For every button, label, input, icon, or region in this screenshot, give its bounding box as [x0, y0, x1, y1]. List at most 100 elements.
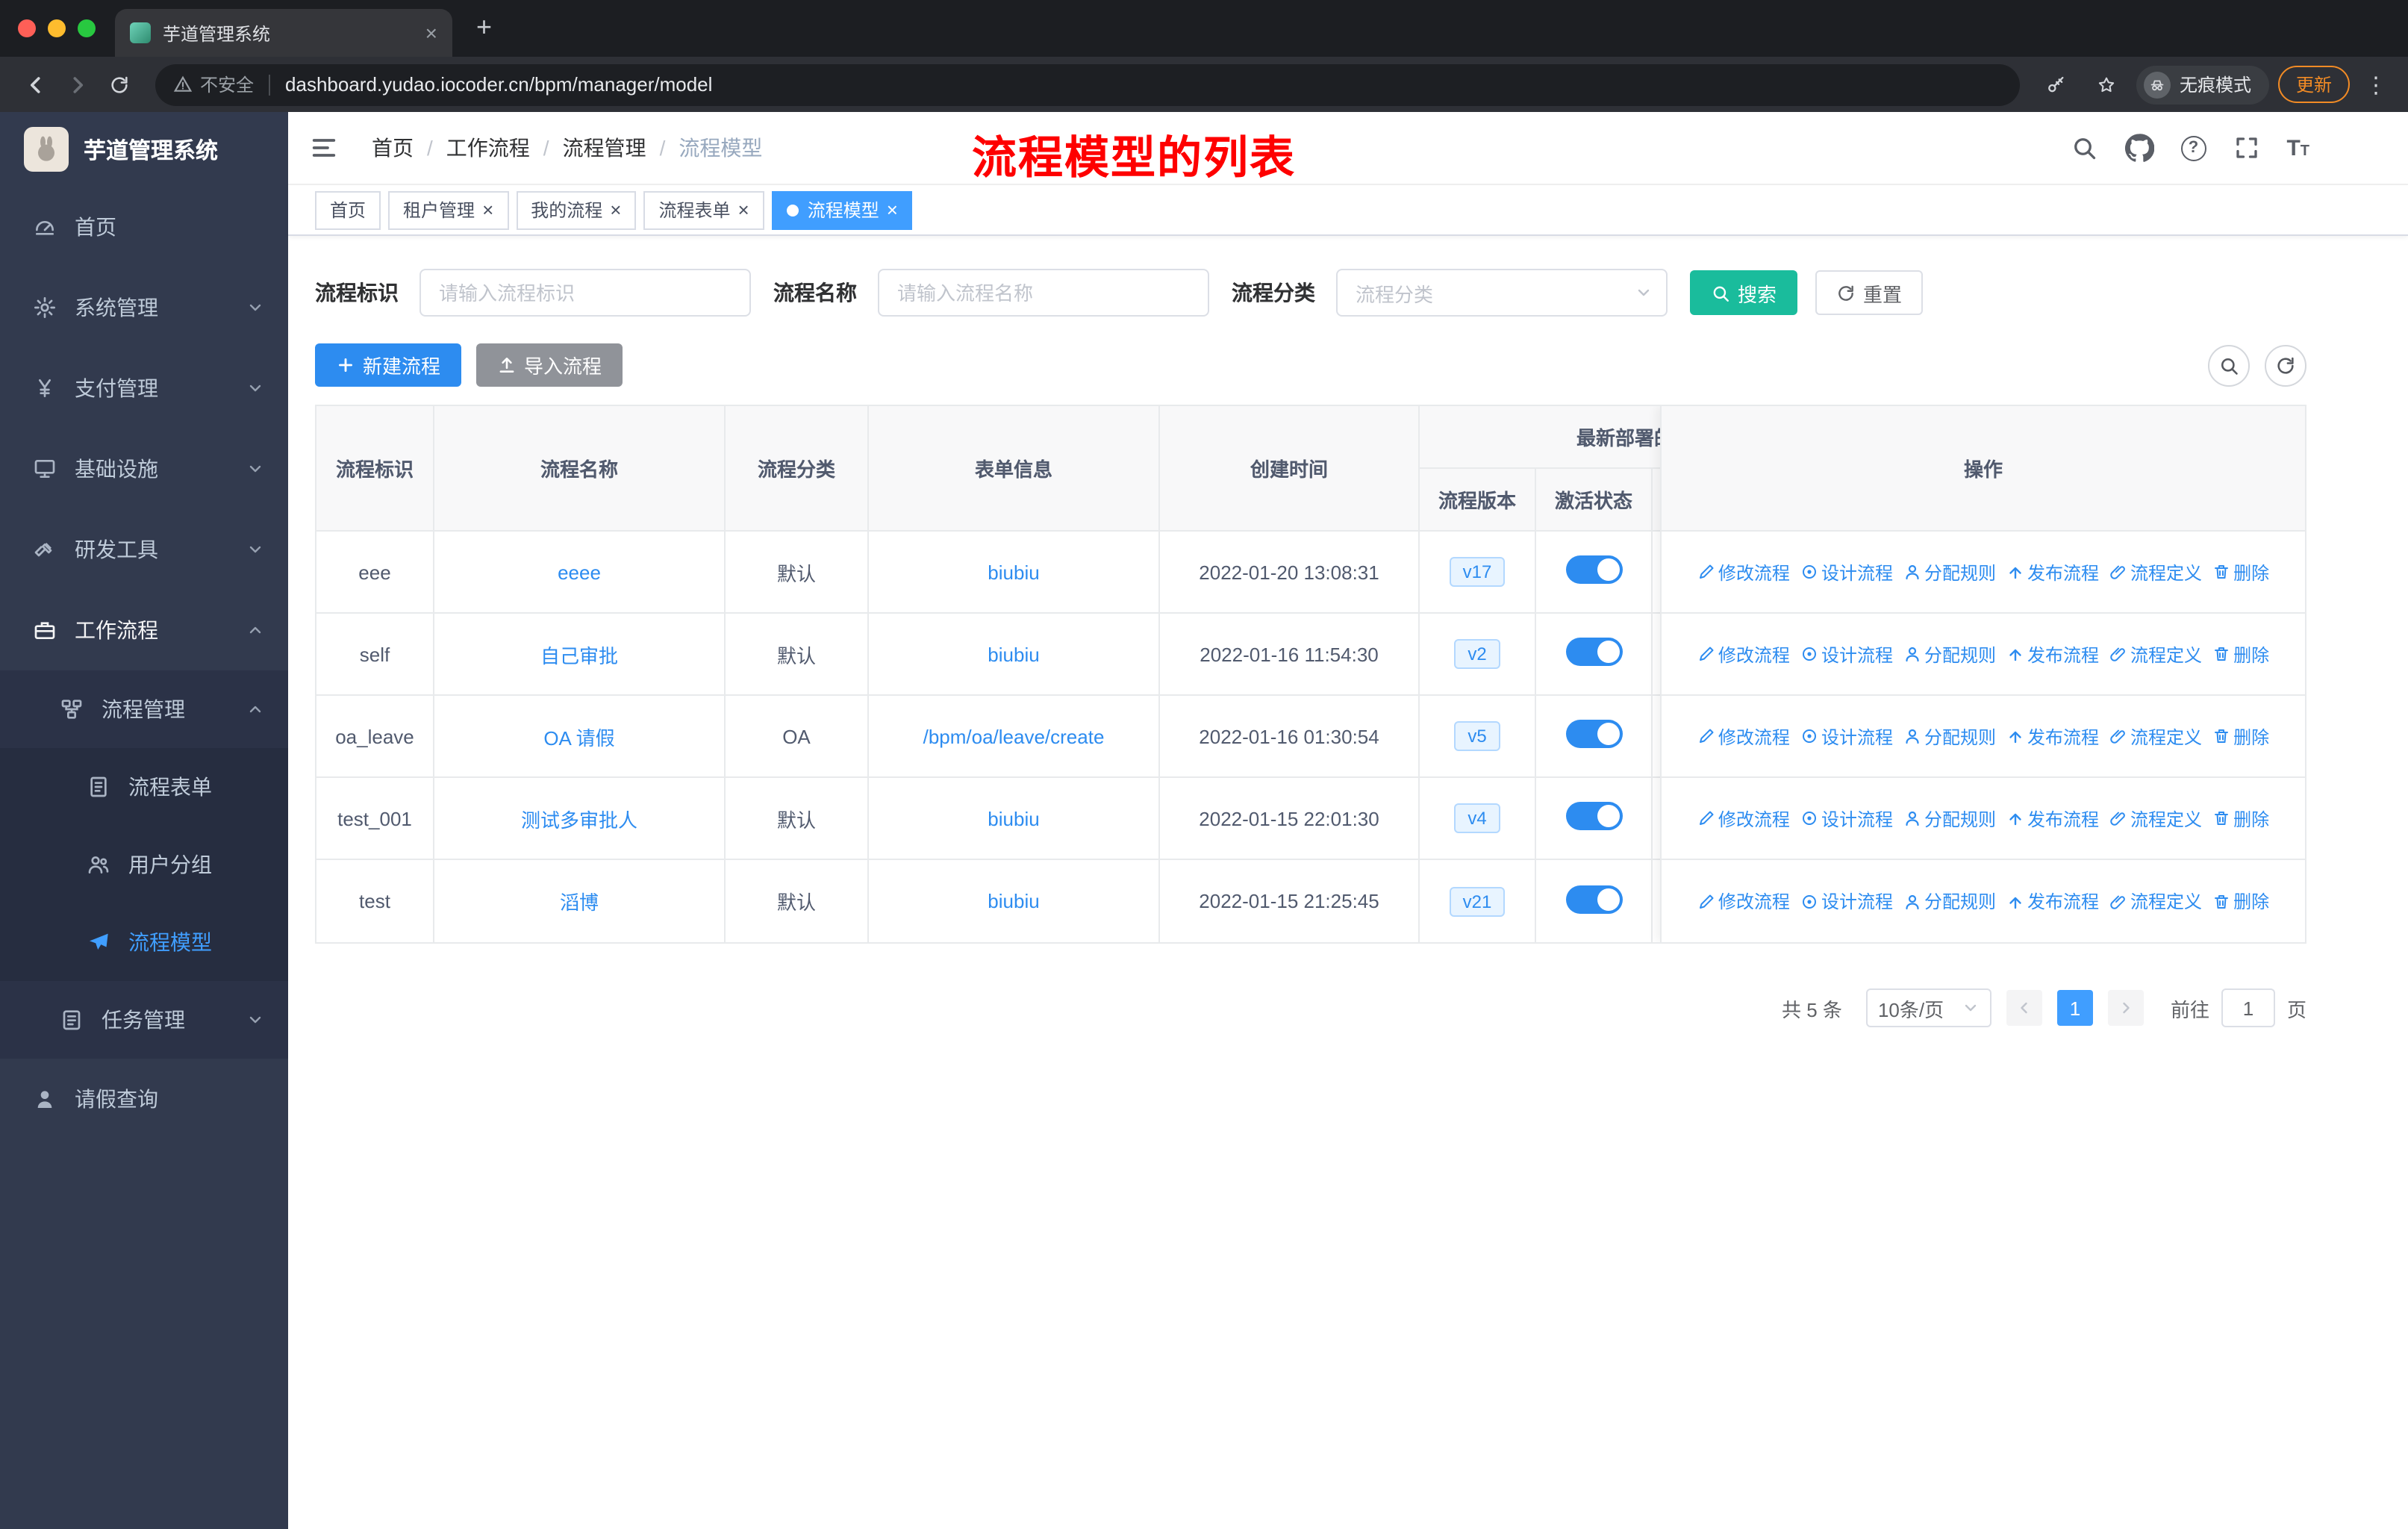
- process-name-link[interactable]: eeee: [558, 561, 601, 583]
- address-bar[interactable]: 不安全 dashboard.yudao.iocoder.cn/bpm/manag…: [155, 63, 2020, 105]
- breadcrumb-item[interactable]: 工作流程: [446, 133, 530, 163]
- process-definition-link[interactable]: 流程定义: [2109, 559, 2202, 585]
- sidebar-item-process-model[interactable]: 流程模型: [0, 903, 288, 981]
- version-badge[interactable]: v2: [1454, 639, 1500, 669]
- tag-my-process[interactable]: 我的流程 ×: [516, 190, 637, 229]
- status-toggle[interactable]: [1565, 885, 1622, 913]
- tag-home[interactable]: 首页: [315, 190, 381, 229]
- goto-page-input[interactable]: [2221, 988, 2275, 1027]
- assign-rule-link[interactable]: 分配规则: [1903, 559, 1996, 585]
- publish-process-link[interactable]: 发布流程: [2006, 806, 2099, 831]
- browser-menu-icon[interactable]: ⋮: [2359, 71, 2393, 98]
- form-link[interactable]: biubiu: [988, 643, 1039, 665]
- bookmark-star-icon[interactable]: [2086, 63, 2127, 105]
- sidebar-item-home[interactable]: 首页: [0, 187, 288, 267]
- version-badge[interactable]: v17: [1449, 557, 1506, 587]
- form-link[interactable]: biubiu: [988, 561, 1039, 583]
- font-size-icon[interactable]: TT: [2286, 137, 2309, 159]
- tag-process-model-active[interactable]: 流程模型 ×: [771, 190, 913, 229]
- assign-rule-link[interactable]: 分配规则: [1903, 723, 1996, 749]
- tag-close-icon[interactable]: ×: [610, 200, 621, 219]
- sidebar-item-process-mgmt[interactable]: 流程管理: [0, 670, 288, 748]
- delete-link[interactable]: 删除: [2212, 806, 2269, 831]
- breadcrumb-item[interactable]: 流程管理: [563, 133, 646, 163]
- version-badge[interactable]: v5: [1454, 721, 1500, 751]
- minimize-window-button[interactable]: [48, 19, 66, 37]
- sidebar-item-user-group[interactable]: 用户分组: [0, 826, 288, 903]
- github-icon[interactable]: [2124, 133, 2153, 163]
- back-icon[interactable]: [15, 63, 57, 105]
- modify-process-link[interactable]: 修改流程: [1697, 888, 1790, 914]
- delete-link[interactable]: 删除: [2212, 888, 2269, 914]
- process-definition-link[interactable]: 流程定义: [2109, 806, 2202, 831]
- user-avatar[interactable]: [2336, 122, 2387, 173]
- fullscreen-icon[interactable]: [2233, 134, 2259, 161]
- design-process-link[interactable]: 设计流程: [1800, 641, 1893, 667]
- tag-close-icon[interactable]: ×: [738, 200, 749, 219]
- current-page-button[interactable]: 1: [2056, 990, 2093, 1026]
- update-chrome-button[interactable]: 更新: [2277, 66, 2350, 103]
- assign-rule-link[interactable]: 分配规则: [1903, 888, 1996, 914]
- create-process-button[interactable]: 新建流程: [315, 343, 462, 387]
- password-key-icon[interactable]: [2035, 63, 2077, 105]
- design-process-link[interactable]: 设计流程: [1800, 559, 1893, 585]
- process-category-select[interactable]: 流程分类: [1336, 269, 1668, 317]
- toggle-search-button[interactable]: [2208, 344, 2250, 386]
- next-page-button[interactable]: [2107, 990, 2144, 1026]
- sidebar-item-process-form[interactable]: 流程表单: [0, 748, 288, 826]
- sidebar-item-devtools[interactable]: 研发工具: [0, 509, 288, 590]
- modify-process-link[interactable]: 修改流程: [1697, 559, 1790, 585]
- tab-close-icon[interactable]: ×: [425, 22, 437, 43]
- reset-button[interactable]: 重置: [1815, 270, 1924, 315]
- publish-process-link[interactable]: 发布流程: [2006, 559, 2099, 585]
- refresh-table-button[interactable]: [2265, 344, 2306, 386]
- sidebar-item-workflow[interactable]: 工作流程: [0, 590, 288, 670]
- tag-close-icon[interactable]: ×: [482, 200, 493, 219]
- design-process-link[interactable]: 设计流程: [1800, 888, 1893, 914]
- process-name-link[interactable]: 测试多审批人: [521, 809, 637, 831]
- process-definition-link[interactable]: 流程定义: [2109, 641, 2202, 667]
- browser-tab[interactable]: 芋道管理系统 ×: [115, 9, 452, 57]
- version-badge[interactable]: v4: [1454, 803, 1500, 833]
- forward-icon[interactable]: [57, 63, 99, 105]
- sidebar-item-infra[interactable]: 基础设施: [0, 429, 288, 509]
- help-icon[interactable]: ?: [2180, 135, 2206, 161]
- status-toggle[interactable]: [1565, 802, 1622, 830]
- tag-close-icon[interactable]: ×: [887, 200, 898, 219]
- search-icon[interactable]: [2070, 134, 2097, 161]
- status-toggle[interactable]: [1565, 720, 1622, 748]
- sidebar-item-payment[interactable]: 支付管理: [0, 348, 288, 429]
- status-toggle[interactable]: [1565, 638, 1622, 666]
- new-tab-button[interactable]: +: [476, 13, 492, 40]
- import-process-button[interactable]: 导入流程: [476, 343, 623, 387]
- publish-process-link[interactable]: 发布流程: [2006, 641, 2099, 667]
- reload-icon[interactable]: [99, 63, 140, 105]
- search-button[interactable]: 搜索: [1690, 270, 1798, 315]
- sidebar-collapse-icon[interactable]: [309, 133, 339, 163]
- process-key-input[interactable]: [419, 269, 751, 317]
- process-name-link[interactable]: OA 请假: [543, 726, 614, 749]
- publish-process-link[interactable]: 发布流程: [2006, 888, 2099, 914]
- sidebar-item-system[interactable]: 系统管理: [0, 267, 288, 348]
- design-process-link[interactable]: 设计流程: [1800, 723, 1893, 749]
- modify-process-link[interactable]: 修改流程: [1697, 641, 1790, 667]
- publish-process-link[interactable]: 发布流程: [2006, 723, 2099, 749]
- assign-rule-link[interactable]: 分配规则: [1903, 641, 1996, 667]
- close-window-button[interactable]: [18, 19, 36, 37]
- sidebar-item-task-mgmt[interactable]: 任务管理: [0, 981, 288, 1059]
- tag-tenant[interactable]: 租户管理 ×: [388, 190, 509, 229]
- tag-process-form[interactable]: 流程表单 ×: [643, 190, 764, 229]
- form-link[interactable]: biubiu: [988, 807, 1039, 829]
- process-name-link[interactable]: 滔博: [560, 891, 599, 914]
- delete-link[interactable]: 删除: [2212, 641, 2269, 667]
- modify-process-link[interactable]: 修改流程: [1697, 723, 1790, 749]
- design-process-link[interactable]: 设计流程: [1800, 806, 1893, 831]
- process-definition-link[interactable]: 流程定义: [2109, 723, 2202, 749]
- form-link[interactable]: /bpm/oa/leave/create: [923, 725, 1105, 747]
- assign-rule-link[interactable]: 分配规则: [1903, 806, 1996, 831]
- process-definition-link[interactable]: 流程定义: [2109, 888, 2202, 914]
- version-badge[interactable]: v21: [1449, 886, 1506, 916]
- process-name-input[interactable]: [878, 269, 1209, 317]
- status-toggle[interactable]: [1565, 555, 1622, 584]
- delete-link[interactable]: 删除: [2212, 559, 2269, 585]
